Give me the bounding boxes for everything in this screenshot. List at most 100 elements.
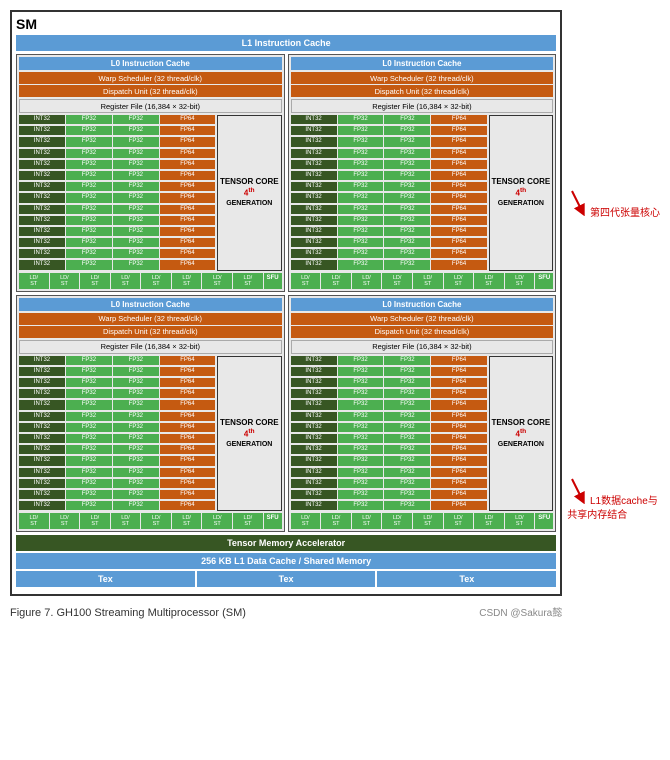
fp32a-cell: FP32 <box>338 479 384 488</box>
int32-cell: INT32 <box>19 137 65 146</box>
int32-cell: INT32 <box>291 126 337 135</box>
l0-cache-tr: L0 Instruction Cache <box>291 57 554 70</box>
compute-row: INT32 FP32 FP32 FP64 <box>19 445 215 454</box>
fp32b-cell: FP32 <box>113 400 159 409</box>
fp32b-cell: FP32 <box>384 137 430 146</box>
int32-cell: INT32 <box>291 160 337 169</box>
fp32b-cell: FP32 <box>113 479 159 488</box>
fp32b-cell: FP32 <box>384 182 430 191</box>
compute-row: INT32 FP32 FP32 FP64 <box>19 171 215 180</box>
compute-row: INT32 FP32 FP32 FP64 <box>19 249 215 258</box>
fp32b-cell: FP32 <box>113 216 159 225</box>
ld-st: LD/ST <box>50 513 80 529</box>
compute-row: INT32 FP32 FP32 FP64 <box>291 468 487 477</box>
fp64-cell: FP64 <box>160 216 215 225</box>
compute-row: INT32 FP32 FP32 FP64 <box>291 356 487 365</box>
fp64-cell: FP64 <box>160 205 215 214</box>
generation-text-br: GENERATION <box>498 440 544 449</box>
fp32b-cell: FP32 <box>113 490 159 499</box>
fp64-cell: FP64 <box>160 412 215 421</box>
fp32a-cell: FP32 <box>66 389 112 398</box>
tensor-gen-bl: 4th <box>244 428 255 440</box>
fp32b-cell: FP32 <box>384 423 430 432</box>
fp32a-cell: FP32 <box>338 423 384 432</box>
fp32b-cell: FP32 <box>384 249 430 258</box>
compute-row: INT32 FP32 FP32 FP64 <box>19 126 215 135</box>
left-cells-br: INT32 FP32 FP32 FP64 INT32 FP32 FP32 FP6… <box>291 356 487 512</box>
int32-cell: INT32 <box>291 456 337 465</box>
tensor-core-tl: TENSOR CORE 4th GENERATION <box>217 115 282 271</box>
fp64-cell: FP64 <box>431 227 486 236</box>
fp32a-cell: FP32 <box>338 434 384 443</box>
fp32a-cell: FP32 <box>66 238 112 247</box>
fp32b-cell: FP32 <box>384 434 430 443</box>
fp32b-cell: FP32 <box>113 412 159 421</box>
fp32a-cell: FP32 <box>66 400 112 409</box>
compute-row: INT32 FP32 FP32 FP64 <box>291 205 487 214</box>
ld-st: LD/ST <box>233 513 263 529</box>
ld-st-6: LD/ST <box>172 273 202 289</box>
fp32a-cell: FP32 <box>338 126 384 135</box>
quadrant-top-left: L0 Instruction Cache Warp Scheduler (32 … <box>16 54 285 292</box>
quadrant-bottom-right: L0 Instruction Cache Warp Scheduler (32 … <box>288 295 557 533</box>
compute-row: INT32 FP32 FP32 FP64 <box>19 193 215 202</box>
fp32a-cell: FP32 <box>66 149 112 158</box>
ld-st: LD/ST <box>352 273 382 289</box>
fp32a-cell: FP32 <box>338 137 384 146</box>
compute-row: INT32 FP32 FP32 FP64 <box>19 205 215 214</box>
tensor-core-tr: TENSOR CORE 4th GENERATION <box>489 115 554 271</box>
fp32b-cell: FP32 <box>113 126 159 135</box>
ld-st: LD/ST <box>352 513 382 529</box>
fp64-cell: FP64 <box>431 205 486 214</box>
warp-scheduler-br: Warp Scheduler (32 thread/clk) <box>291 313 554 325</box>
fp32b-cell: FP32 <box>384 490 430 499</box>
fp32a-cell: FP32 <box>66 260 112 269</box>
compute-row: INT32 FP32 FP32 FP64 <box>19 160 215 169</box>
compute-row: INT32 FP32 FP32 FP64 <box>19 367 215 376</box>
int32-cell: INT32 <box>19 412 65 421</box>
fp64-cell: FP64 <box>431 501 486 510</box>
int32-cell: INT32 <box>19 445 65 454</box>
generation-text: GENERATION <box>226 199 272 208</box>
fp64-cell: FP64 <box>431 490 486 499</box>
compute-row: INT32 FP32 FP32 FP64 <box>291 456 487 465</box>
fp32b-cell: FP32 <box>384 149 430 158</box>
fp32a-cell: FP32 <box>66 115 112 124</box>
fp32b-cell: FP32 <box>384 238 430 247</box>
ld-st: LD/ST <box>111 513 141 529</box>
fp32b-cell: FP32 <box>384 216 430 225</box>
fp64-cell: FP64 <box>431 182 486 191</box>
fp32a-cell: FP32 <box>66 126 112 135</box>
fp32b-cell: FP32 <box>384 205 430 214</box>
fp32a-cell: FP32 <box>66 479 112 488</box>
compute-row: INT32 FP32 FP32 FP64 <box>291 182 487 191</box>
int32-cell: INT32 <box>19 249 65 258</box>
fp32a-cell: FP32 <box>338 171 384 180</box>
tensor-core-text-br: TENSOR CORE <box>492 418 551 428</box>
fp64-cell: FP64 <box>160 149 215 158</box>
fp32a-cell: FP32 <box>338 149 384 158</box>
fp64-cell: FP64 <box>160 501 215 510</box>
ld-st: LD/ST <box>382 513 412 529</box>
warp-scheduler-tr: Warp Scheduler (32 thread/clk) <box>291 72 554 84</box>
ld-st: LD/ST <box>444 273 474 289</box>
fp32b-cell: FP32 <box>113 182 159 191</box>
int32-cell: INT32 <box>291 182 337 191</box>
main-wrapper: SM L1 Instruction Cache L0 Instruction C… <box>10 10 660 619</box>
l0-cache-br: L0 Instruction Cache <box>291 298 554 311</box>
fp64-cell: FP64 <box>160 182 215 191</box>
ld-st: LD/ST <box>444 513 474 529</box>
ld-st: LD/ST <box>474 513 504 529</box>
tensor-memory-accelerator: Tensor Memory Accelerator <box>16 535 556 551</box>
fp32a-cell: FP32 <box>66 434 112 443</box>
int32-cell: INT32 <box>19 501 65 510</box>
compute-row: INT32 FP32 FP32 FP64 <box>291 149 487 158</box>
int32-cell: INT32 <box>19 468 65 477</box>
int32-cell: INT32 <box>19 238 65 247</box>
footer-row: Figure 7. GH100 Streaming Multiprocessor… <box>10 601 562 619</box>
compute-row: INT32 FP32 FP32 FP64 <box>19 400 215 409</box>
fp32b-cell: FP32 <box>384 400 430 409</box>
compute-row: INT32 FP32 FP32 FP64 <box>291 126 487 135</box>
ld-st-3: LD/ST <box>80 273 110 289</box>
compute-row: INT32 FP32 FP32 FP64 <box>291 238 487 247</box>
